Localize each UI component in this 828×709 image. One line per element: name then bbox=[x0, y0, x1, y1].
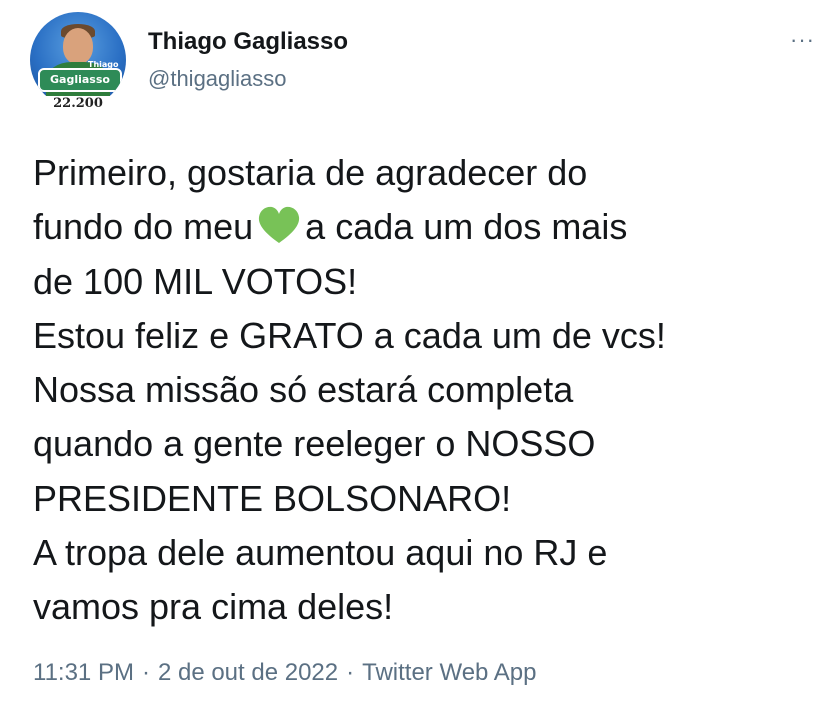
meta-separator: · bbox=[141, 659, 150, 686]
tweet-source: Twitter Web App bbox=[362, 659, 537, 686]
tweet-line: vamos pra cima deles! bbox=[33, 586, 394, 628]
tweet-time[interactable]: 11:31 PM bbox=[33, 659, 134, 686]
tweet-line-segment: a cada um dos mais bbox=[305, 206, 628, 248]
tweet-line: Nossa missão só estará completa bbox=[33, 369, 574, 411]
avatar-number: 22.200 bbox=[30, 96, 126, 111]
avatar-face bbox=[63, 28, 93, 64]
avatar[interactable]: Thiago Gagliasso 22.200 bbox=[30, 12, 126, 112]
tweet-meta: 11:31 PM · 2 de out de 2022 · Twitter Web Ap… bbox=[33, 659, 536, 687]
author-display-name[interactable]: Thiago Gagliasso bbox=[148, 28, 348, 56]
more-horizontal-icon[interactable]: ··· bbox=[790, 29, 820, 51]
tweet-line-segment: fundo do meu bbox=[33, 206, 254, 248]
avatar-banner-text: Gagliasso bbox=[38, 68, 122, 92]
tweet-line: Estou feliz e GRATO a cada um de vcs! bbox=[33, 314, 666, 356]
tweet-date[interactable]: 2 de out de 2022 bbox=[158, 659, 338, 686]
tweet-line: A tropa dele aumentou aqui no RJ e bbox=[33, 532, 608, 574]
tweet-line: Primeiro, gostaria de agradecer do bbox=[33, 152, 588, 193]
meta-separator: · bbox=[346, 659, 355, 686]
author-handle[interactable]: @thigagliasso bbox=[148, 66, 287, 92]
tweet-line: PRESIDENTE BOLSONARO! bbox=[33, 477, 512, 519]
tweet-text: Primeiro, gostaria de agradecer do fundo… bbox=[33, 146, 823, 635]
green-heart-icon bbox=[259, 207, 300, 244]
tweet-line: quando a gente reeleger o NOSSO bbox=[33, 423, 596, 465]
tweet-card: Thiago Gagliasso 22.200 Thiago Gagliasso… bbox=[0, 0, 828, 709]
tweet-line: de 100 MIL VOTOS! bbox=[33, 260, 358, 302]
avatar-image: Thiago Gagliasso bbox=[30, 12, 126, 108]
tweet-line: fundo do meu a cada um dos mais bbox=[33, 200, 823, 254]
